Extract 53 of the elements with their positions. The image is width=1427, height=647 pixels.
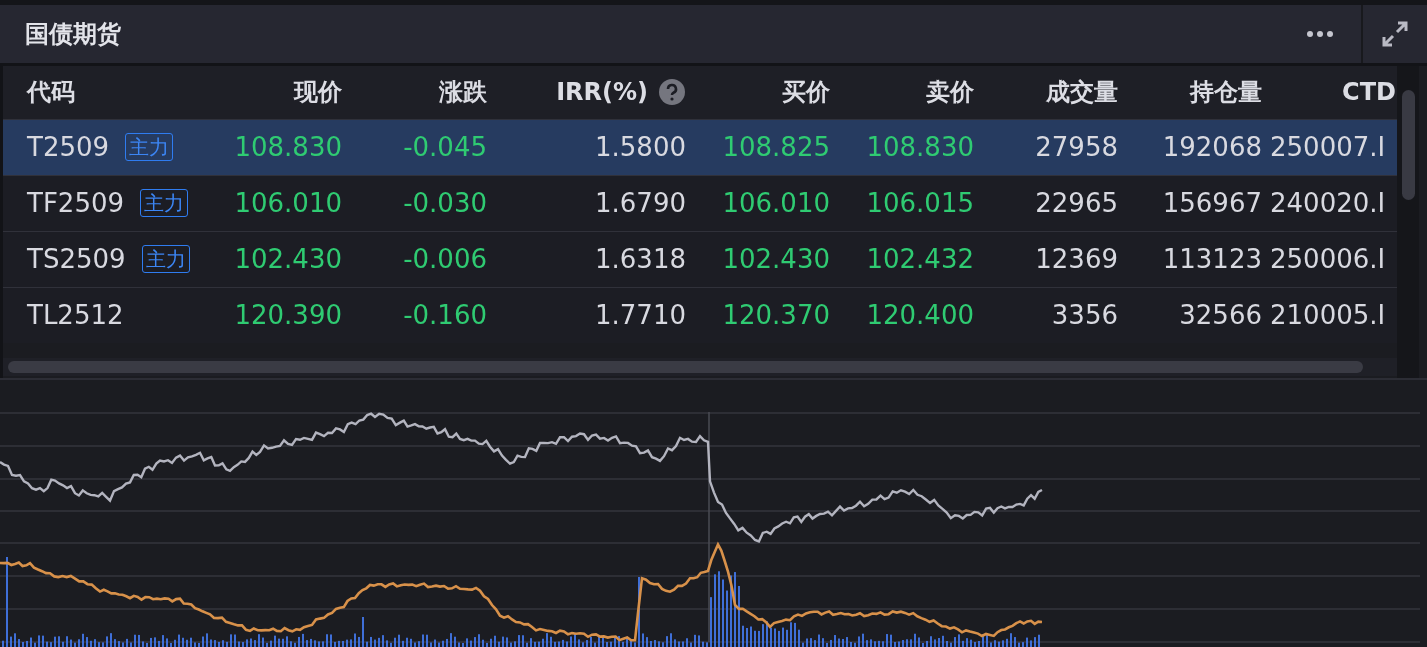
horizontal-scrollbar[interactable] xyxy=(3,357,1397,376)
column-header: 涨跌 xyxy=(439,77,487,109)
column-header: 成交量 xyxy=(1046,77,1118,109)
table-row[interactable]: T2509 主力 108.830 -0.045 1.5800 108.825 108.830 27958 192068 250007.I xyxy=(3,118,1397,175)
column-header: 代码 xyxy=(27,77,75,109)
ask-cell: 120.400 xyxy=(866,300,974,331)
volume-cell: 22965 xyxy=(1035,188,1118,219)
open-interest-cell: 113123 xyxy=(1162,244,1262,275)
code-cell: TF2509 xyxy=(27,188,124,219)
volume-cell: 27958 xyxy=(1035,132,1118,163)
irr-cell: 1.5800 xyxy=(595,132,686,163)
price-cell: 108.830 xyxy=(234,132,342,163)
ask-cell: 108.830 xyxy=(866,132,974,163)
bid-cell: 102.430 xyxy=(722,244,830,275)
irr-cell: 1.6318 xyxy=(595,244,686,275)
irr-cell: 1.6790 xyxy=(595,188,686,219)
open-interest-cell: 192068 xyxy=(1162,132,1262,163)
change-cell: -0.045 xyxy=(403,132,487,163)
code-cell: TS2509 xyxy=(27,244,126,275)
code-cell: TL2512 xyxy=(27,300,124,331)
irr-cell: 1.7710 xyxy=(595,300,686,331)
main-contract-tag: 主力 xyxy=(140,189,188,218)
panel-title: 国债期货 xyxy=(25,18,121,50)
ctd-cell: 240020.I xyxy=(1270,188,1386,219)
vertical-scrollbar[interactable] xyxy=(1397,65,1419,378)
volume-cell: 3356 xyxy=(1051,300,1118,331)
help-icon[interactable] xyxy=(658,78,686,107)
column-header: CTD xyxy=(1342,78,1396,107)
column-header: 卖价 xyxy=(926,77,974,109)
column-header: IRR(%) xyxy=(556,78,648,107)
bid-cell: 120.370 xyxy=(722,300,830,331)
column-header: 买价 xyxy=(782,77,830,109)
column-header: 持仓量 xyxy=(1190,77,1262,109)
price-cell: 102.430 xyxy=(234,244,342,275)
main-contract-tag: 主力 xyxy=(125,133,174,162)
open-interest-cell: 156967 xyxy=(1162,188,1262,219)
column-header: 现价 xyxy=(294,77,342,109)
volume-cell: 12369 xyxy=(1035,244,1118,275)
ctd-cell: 250007.I xyxy=(1270,132,1386,163)
ask-cell: 106.015 xyxy=(866,188,974,219)
open-interest-cell: 32566 xyxy=(1179,300,1262,331)
bid-cell: 108.825 xyxy=(722,132,830,163)
price-cell: 106.010 xyxy=(234,188,342,219)
code-cell: T2509 xyxy=(27,132,110,163)
main-contract-tag: 主力 xyxy=(141,245,190,274)
bid-cell: 106.010 xyxy=(722,188,830,219)
ask-cell: 102.432 xyxy=(866,244,974,275)
change-cell: -0.030 xyxy=(403,188,487,219)
ctd-cell: 250006.I xyxy=(1270,244,1386,275)
ctd-cell: 210005.I xyxy=(1270,300,1386,331)
price-cell: 120.390 xyxy=(234,300,342,331)
change-cell: -0.160 xyxy=(403,300,487,331)
change-cell: -0.006 xyxy=(403,244,487,275)
